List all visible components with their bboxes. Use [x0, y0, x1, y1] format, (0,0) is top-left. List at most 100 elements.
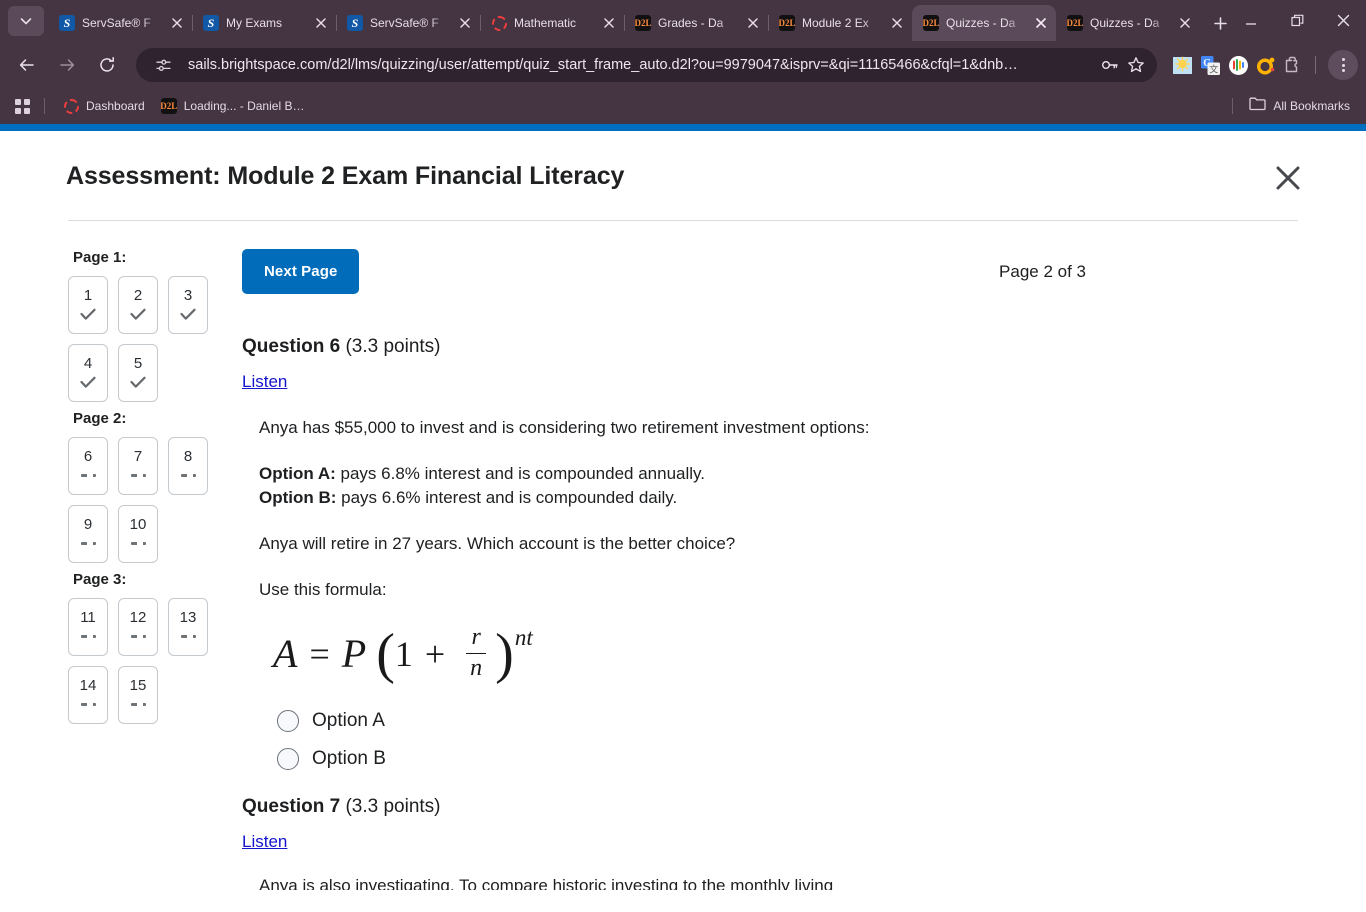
formula-equals: =	[309, 633, 330, 674]
bookmark-label: Loading... - Daniel B…	[183, 99, 305, 113]
browser-tab[interactable]: S My Exams	[192, 5, 336, 41]
navigator-group-page-2: Page 2: 6 7 8 9 10	[68, 410, 232, 563]
listen-link-q7[interactable]: Listen	[242, 832, 287, 852]
navigator-group-label: Page 1:	[73, 249, 127, 266]
bookmark-loading[interactable]: D2L Loading... - Daniel B…	[153, 95, 313, 117]
tab-close-icon[interactable]	[888, 14, 906, 32]
tab-close-icon[interactable]	[1176, 14, 1194, 32]
key-icon[interactable]	[1097, 52, 1123, 78]
option-a-label: Option A:	[259, 463, 336, 483]
question-button-12[interactable]: 12	[118, 598, 158, 656]
close-icon[interactable]	[1268, 158, 1308, 198]
back-arrow-icon[interactable]	[12, 50, 42, 80]
radio-option-a[interactable]	[277, 709, 299, 732]
google-translate-icon[interactable]: G 文	[1199, 54, 1221, 76]
question-button-4[interactable]: 4	[68, 344, 108, 402]
choice-option-a[interactable]: Option A	[277, 709, 1086, 732]
question-button-11[interactable]: 11	[68, 598, 108, 656]
colorful-circle-extension-icon[interactable]	[1227, 54, 1249, 76]
tab-close-icon[interactable]	[456, 14, 474, 32]
tab-close-icon[interactable]	[312, 14, 330, 32]
folder-icon	[1249, 96, 1266, 116]
navigator-group-page-3: Page 3: 11 12 13 14 15	[68, 571, 232, 724]
question-toolbar: Next Page Page 2 of 3	[242, 249, 1086, 294]
all-bookmarks-button[interactable]: All Bookmarks	[1243, 93, 1356, 119]
formula-denominator: n	[470, 655, 483, 682]
question-button-7[interactable]: 7	[118, 437, 158, 495]
option-b-text: pays 6.6% interest and is compounded dai…	[336, 488, 678, 508]
unanswered-dash-icon	[80, 468, 96, 484]
puzzle-extensions-icon[interactable]	[1283, 54, 1305, 76]
option-a-text: pays 6.8% interest and is compounded ann…	[335, 463, 705, 483]
question-6-option-b-line: Option B: pays 6.6% interest and is comp…	[259, 486, 1086, 511]
question-button-1[interactable]: 1	[68, 276, 108, 334]
browser-tab[interactable]: D2L Grades - Da	[624, 5, 768, 41]
listen-link-q6[interactable]: Listen	[242, 372, 287, 392]
question-button-2[interactable]: 2	[118, 276, 158, 334]
unanswered-dash-icon	[130, 629, 146, 645]
tab-title: ServSafe® F	[370, 16, 439, 30]
formula-close-paren: )	[495, 622, 514, 685]
reload-icon[interactable]	[92, 50, 122, 80]
tab-search-icon[interactable]	[8, 6, 44, 36]
apps-grid-icon[interactable]	[10, 94, 34, 118]
browser-tab[interactable]: S ServSafe® F	[48, 5, 192, 41]
restore-icon[interactable]	[1274, 0, 1320, 41]
tab-title: Grades - Da	[658, 16, 724, 30]
close-icon[interactable]	[1320, 0, 1366, 41]
tab-title: Mathematic	[514, 16, 577, 30]
question-button-14[interactable]: 14	[68, 666, 108, 724]
browser-tab[interactable]: Mathematic	[480, 5, 624, 41]
unanswered-dash-icon	[130, 536, 146, 552]
tab-strip: S ServSafe® F S My Exams S ServSafe® F M…	[0, 0, 1366, 41]
choice-label: Option B	[312, 747, 386, 769]
tab-close-icon[interactable]	[168, 14, 186, 32]
browser-tab-active[interactable]: D2L Quizzes - Da	[912, 5, 1056, 41]
question-6-choices: Option A Option B	[259, 709, 1086, 770]
tab-title: Module 2 Ex	[802, 16, 869, 30]
orange-o-extension-icon[interactable]	[1255, 54, 1277, 76]
browser-tab[interactable]: D2L Module 2 Ex	[768, 5, 912, 41]
question-button-5[interactable]: 5	[118, 344, 158, 402]
answered-check-icon	[130, 307, 146, 323]
kebab-menu-icon[interactable]	[1328, 50, 1358, 80]
next-page-button[interactable]: Next Page	[242, 249, 360, 294]
answered-check-icon	[80, 375, 96, 391]
question-number: 11	[80, 608, 96, 626]
question-button-9[interactable]: 9	[68, 505, 108, 563]
compound-interest-formula: A = P ( 1 + r n ) nt	[273, 623, 1086, 684]
address-bar[interactable]: sails.brightspace.com/d2l/lms/quizzing/u…	[136, 48, 1157, 82]
bookmark-dashboard[interactable]: Dashboard	[55, 95, 153, 117]
formula-numerator: r	[471, 624, 481, 651]
bookmarks-right: All Bookmarks	[1222, 93, 1356, 119]
servsafe-icon: S	[203, 15, 219, 31]
star-icon[interactable]	[1123, 52, 1149, 78]
question-button-13[interactable]: 13	[168, 598, 208, 656]
weather-extension-icon[interactable]	[1171, 54, 1193, 76]
tab-close-icon[interactable]	[600, 14, 618, 32]
question-button-3[interactable]: 3	[168, 276, 208, 334]
bookmarks-divider	[44, 98, 45, 114]
forward-arrow-icon[interactable]	[52, 50, 82, 80]
extensions-tray: G 文	[1165, 54, 1305, 76]
question-number: 15	[129, 676, 147, 694]
question-button-10[interactable]: 10	[118, 505, 158, 563]
tab-title: Quizzes - Da	[946, 16, 1016, 30]
tab-close-icon[interactable]	[1032, 14, 1050, 32]
minimize-icon[interactable]	[1228, 0, 1274, 41]
tab-close-icon[interactable]	[744, 14, 762, 32]
question-button-15[interactable]: 15	[118, 666, 158, 724]
unanswered-dash-icon	[130, 697, 146, 713]
browser-tab[interactable]: S ServSafe® F	[336, 5, 480, 41]
unanswered-dash-icon	[180, 629, 196, 645]
choice-option-b[interactable]: Option B	[277, 747, 1086, 770]
question-6-body: Anya has $55,000 to invest and is consid…	[242, 416, 1086, 770]
radio-option-b[interactable]	[277, 747, 299, 770]
question-button-6[interactable]: 6	[68, 437, 108, 495]
browser-tab[interactable]: D2L Quizzes - Da	[1056, 5, 1200, 41]
question-6-points: (3.3 points)	[340, 336, 441, 357]
formula-exponent: nt	[514, 625, 533, 651]
question-button-8[interactable]: 8	[168, 437, 208, 495]
site-settings-icon[interactable]	[150, 52, 176, 78]
assessment-body: Page 1: 1 2 3 4 5 Page 2: 6 7 8 9 10 Pag…	[0, 221, 1366, 890]
